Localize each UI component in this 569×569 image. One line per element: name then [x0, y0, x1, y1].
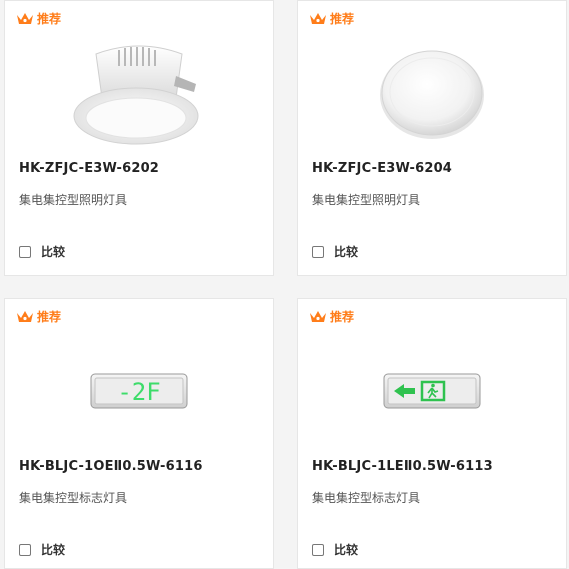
badge-label: 推荐 [37, 310, 62, 324]
product-model[interactable]: HK-BLJC-1OEⅡ0.5W-6116 [19, 459, 203, 474]
crown-icon [17, 12, 33, 24]
compare-toggle[interactable]: 比较 [19, 541, 65, 558]
crown-icon [310, 310, 326, 322]
floor-sign-icon: -2F [90, 373, 188, 409]
compare-checkbox[interactable] [312, 543, 324, 556]
sign-text: -2F [117, 378, 160, 406]
product-image[interactable]: -2F [5, 331, 273, 451]
compare-checkbox[interactable] [19, 245, 31, 258]
badge-label: 推荐 [37, 12, 62, 26]
product-image[interactable] [5, 33, 273, 153]
recommend-badge: 推荐 [309, 308, 354, 325]
downlight-icon [73, 45, 199, 144]
compare-label[interactable]: 比较 [334, 243, 358, 260]
product-card[interactable]: 推荐 HK-ZFJC-E3W-6204 集电集控型照明灯具 比较 [297, 0, 567, 276]
recommend-badge: 推荐 [16, 308, 61, 325]
product-category: 集电集控型标志灯具 [19, 491, 128, 505]
compare-toggle[interactable]: 比较 [312, 243, 358, 260]
compare-label[interactable]: 比较 [41, 541, 65, 558]
badge-label: 推荐 [330, 310, 355, 324]
crown-icon [310, 12, 326, 24]
compare-checkbox[interactable] [312, 245, 324, 258]
product-model[interactable]: HK-BLJC-1LEⅡ0.5W-6113 [312, 459, 493, 474]
compare-checkbox[interactable] [19, 543, 31, 556]
product-card[interactable]: 推荐 HK-ZFJC-E3W-6202 集电集控型照明灯具 比较 [4, 0, 274, 276]
product-card[interactable]: 推荐 -2F HK-BLJC-1OEⅡ0.5W-6116 集电集控型标志灯具 比… [4, 298, 274, 569]
recommend-badge: 推荐 [16, 10, 61, 27]
product-image[interactable] [298, 331, 566, 451]
product-model[interactable]: HK-ZFJC-E3W-6202 [19, 161, 159, 176]
product-grid: 推荐 HK-ZFJC-E3W-6202 集电集控型照明灯具 比较 推荐 HK-Z… [0, 0, 569, 569]
crown-icon [17, 310, 33, 322]
compare-label[interactable]: 比较 [41, 243, 65, 260]
compare-label[interactable]: 比较 [334, 541, 358, 558]
badge-label: 推荐 [330, 12, 355, 26]
product-category: 集电集控型标志灯具 [312, 491, 421, 505]
recommend-badge: 推荐 [309, 10, 354, 27]
product-image[interactable] [298, 33, 566, 153]
product-category: 集电集控型照明灯具 [19, 193, 128, 207]
product-category: 集电集控型照明灯具 [312, 193, 421, 207]
compare-toggle[interactable]: 比较 [19, 243, 65, 260]
exit-sign-icon [383, 373, 481, 409]
product-card[interactable]: 推荐 HK-BLJC-1LEⅡ0.5W-6113 集电集控型标志灯具 比较 [297, 298, 567, 569]
ceiling-light-icon [380, 50, 484, 139]
product-model[interactable]: HK-ZFJC-E3W-6204 [312, 161, 452, 176]
compare-toggle[interactable]: 比较 [312, 541, 358, 558]
